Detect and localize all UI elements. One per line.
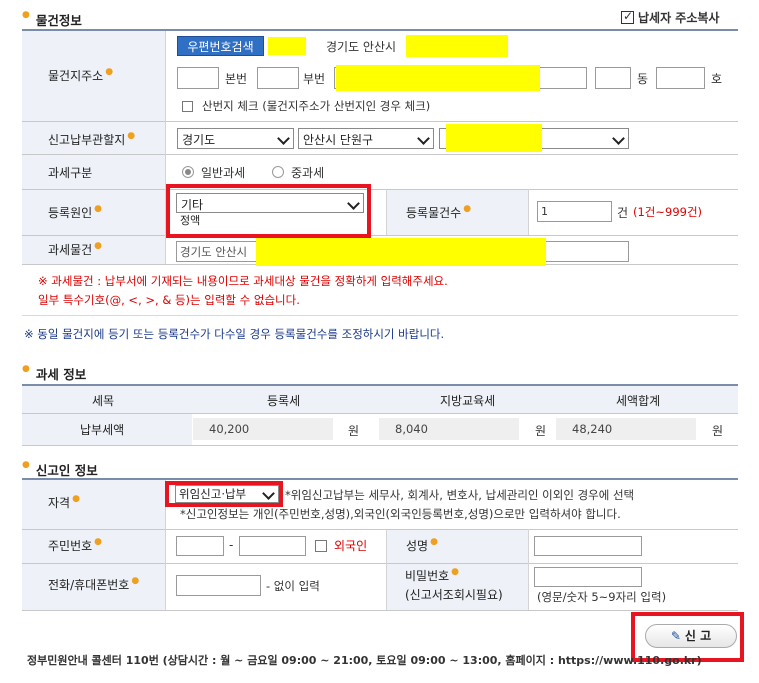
qualification-label: 자격 ● (48, 494, 80, 510)
office-label: 신고납부관할지 ● (48, 131, 136, 147)
chevron-down-icon (417, 132, 430, 145)
zip-search-button[interactable]: 우편번호검색 (177, 36, 264, 56)
redacted-district (446, 124, 542, 152)
tax-header-item: 세목 (92, 394, 115, 408)
redacted-zip (268, 37, 306, 55)
office-city-select[interactable]: 안산시 단원구 (298, 128, 434, 149)
note-blue: ※ 동일 물건지에 등기 또는 등록건수가 다수일 경우 등록물건수를 조정하시… (24, 327, 445, 341)
tax-type-normal-label: 일반과세 (201, 166, 246, 180)
dong-label: 동 (637, 72, 649, 86)
submit-button[interactable]: ✎ 신 고 (645, 624, 737, 648)
ho-input[interactable] (656, 67, 705, 89)
rrn-dash: - (229, 538, 234, 552)
phone-hint: - 없이 입력 (266, 579, 320, 593)
tax-edu-value: 8,040 (379, 418, 519, 440)
main-no-label: 본번 (225, 72, 248, 86)
reg-cause-select[interactable]: 기타 (176, 193, 364, 213)
rrn-front-input[interactable] (176, 536, 224, 556)
property-section-title: ● 물건정보 (22, 10, 82, 28)
qualification-select[interactable]: 위임신고·납부 (175, 485, 279, 503)
tax-type-label: 과세구분 (48, 166, 93, 180)
sub-no-label: 부번 (303, 72, 326, 86)
reg-count-label: 등록물건수 ● (406, 204, 472, 220)
reg-count-unit: 건 (617, 206, 629, 220)
tax-row-label: 납부세액 (80, 423, 125, 437)
tax-total-value: 48,240 (556, 418, 696, 440)
password-label: 비밀번호 ● (405, 567, 460, 583)
phone-label: 전화/휴대폰번호 ● (48, 576, 140, 592)
reg-count-input[interactable]: 1 (537, 201, 612, 222)
redacted-tax-object (256, 238, 546, 266)
foreigner-label: 외국인 (334, 539, 368, 553)
note-red-2: 일부 특수기호(@, <, >, & 등)는 입력할 수 없습니다. (38, 293, 300, 307)
password-sublabel: (신고서조회시필요) (405, 588, 503, 602)
rrn-back-input[interactable] (239, 536, 306, 556)
main-no-input[interactable] (177, 67, 219, 89)
office-province-select[interactable]: 경기도 (177, 128, 294, 149)
tax-info-title: ● 과세 정보 (22, 364, 87, 382)
reporter-title: ● 신고인 정보 (22, 460, 98, 478)
tax-total-unit: 원 (712, 424, 724, 438)
qualification-note-2: *신고인정보는 개인(주민번호,성명),외국인(외국인등록번호,성명)으로만 입… (180, 507, 621, 521)
dong-input[interactable] (595, 67, 631, 89)
qualification-note-1: *위임신고납부는 세무사, 회계사, 변호사, 납세관리인 이외인 경우에 선택 (285, 488, 635, 502)
tax-type-normal-radio[interactable] (182, 166, 194, 178)
phone-input[interactable] (176, 575, 261, 596)
footer-text: 정부민원안내 콜센터 110번 (상담시간 : 월 ~ 금요일 09:00 ~ … (27, 654, 702, 667)
tax-type-heavy-radio[interactable] (272, 166, 284, 178)
tax-reg-value: 40,200 (193, 418, 333, 440)
redacted-detail (336, 65, 540, 91)
tax-object-label: 과세물건 ● (48, 241, 103, 257)
ho-label: 호 (711, 72, 723, 86)
foreigner-checkbox[interactable] (315, 540, 327, 552)
tax-edu-unit: 원 (535, 424, 547, 438)
chevron-down-icon (262, 487, 275, 500)
address-region-text: 경기도 안산시 (326, 40, 397, 54)
copy-address-label: 납세자 주소복사 (638, 11, 720, 25)
chevron-down-icon (277, 132, 290, 145)
tax-header-edu: 지방교육세 (440, 394, 496, 408)
tax-type-heavy-label: 중과세 (291, 166, 325, 180)
password-hint: (영문/숫자 5~9자리 입력) (537, 590, 667, 604)
reg-cause-label: 등록원인 ● (48, 204, 103, 220)
sub-no-input[interactable] (257, 67, 299, 89)
mountain-checkbox[interactable] (182, 101, 193, 112)
name-input[interactable] (534, 536, 642, 556)
password-input[interactable] (534, 567, 642, 587)
reg-count-range: (1건~999건) (633, 205, 703, 219)
tax-header-reg: 등록세 (267, 394, 301, 408)
chevron-down-icon (347, 197, 360, 210)
redacted-region (406, 35, 508, 57)
reg-cause-option[interactable]: 정액 (180, 212, 200, 228)
address-label: 물건지주소 ● (48, 67, 114, 83)
chevron-down-icon (612, 132, 625, 145)
note-red-1: ※ 과세물건 : 납부서에 기재되는 내용이므로 과세대상 물건을 정확하게 입… (38, 274, 448, 288)
rrn-label: 주민번호 ● (48, 537, 103, 553)
pencil-icon: ✎ (670, 629, 681, 643)
mountain-label: 산번지 체크 (물건지주소가 산번지인 경우 체크) (202, 99, 431, 113)
tax-header-total: 세액합계 (616, 394, 661, 408)
tax-reg-unit: 원 (348, 424, 360, 438)
name-label: 성명 ● (406, 537, 438, 553)
